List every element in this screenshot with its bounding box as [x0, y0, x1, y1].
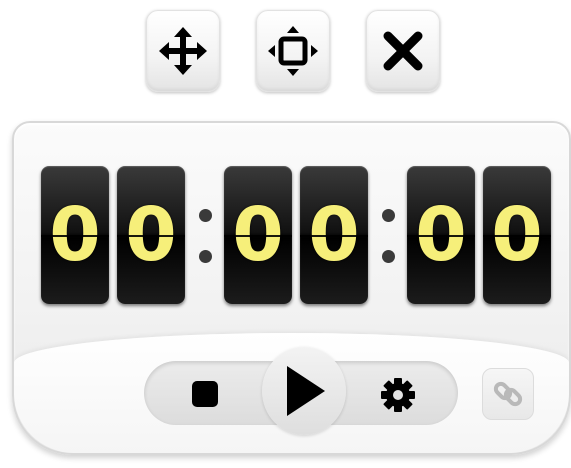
link-button[interactable]	[482, 368, 534, 420]
close-button[interactable]	[366, 10, 440, 92]
colon-separator	[199, 203, 213, 269]
play-triangle-icon	[287, 366, 325, 416]
settings-button[interactable]	[378, 375, 418, 415]
playback-controls	[144, 347, 458, 435]
resize-icon	[268, 26, 318, 76]
resize-button[interactable]	[256, 10, 330, 92]
move-arrows-icon	[159, 27, 207, 75]
link-chain-icon	[493, 381, 523, 407]
hours-tens-digit: 0	[41, 166, 109, 304]
hours-ones-digit: 0	[117, 166, 185, 304]
play-button[interactable]	[262, 347, 346, 435]
minutes-ones-digit: 0	[300, 166, 368, 304]
timer-body: 0 0 0 0 0 0	[12, 121, 571, 455]
seconds-ones-digit: 0	[483, 166, 551, 304]
seconds-tens-digit: 0	[407, 166, 475, 304]
gear-icon	[381, 378, 415, 412]
minutes-tens-digit: 0	[224, 166, 292, 304]
close-icon	[383, 31, 423, 71]
move-button[interactable]	[146, 10, 220, 92]
timer-widget: 0 0 0 0 0 0	[0, 0, 571, 468]
stop-button[interactable]	[192, 381, 218, 407]
colon-separator	[382, 203, 396, 269]
